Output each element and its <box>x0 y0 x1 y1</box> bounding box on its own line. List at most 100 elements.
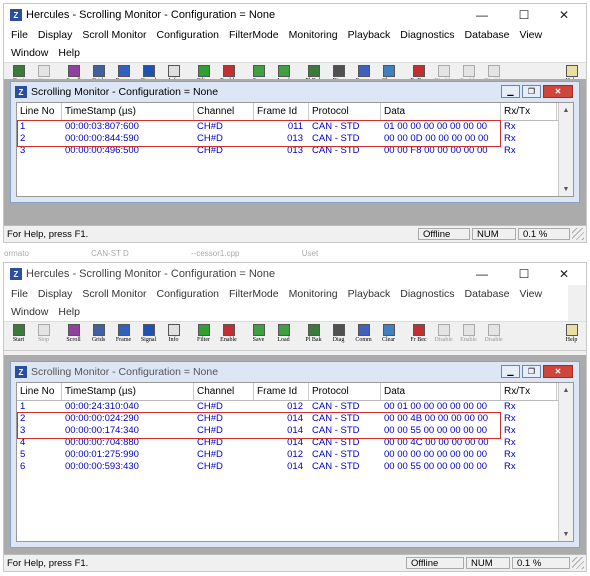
minimize-button[interactable]: — <box>462 4 502 26</box>
menu-display[interactable]: Display <box>33 285 77 303</box>
close-button[interactable]: ✕ <box>544 4 584 26</box>
menu-help[interactable]: Help <box>53 303 85 321</box>
table-row[interactable]: 1 00:00:24:310:040 CH#D 012 CAN - STD 00 01 0… <box>17 401 573 413</box>
diag-tool-button[interactable]: Diag <box>326 322 351 350</box>
maximize-button[interactable]: ☐ <box>504 263 544 285</box>
table-row[interactable]: 2 00:00:00:024:290 CH#D 014 CAN - STD 00 00 4… <box>17 413 573 425</box>
frame-tool-button[interactable]: Frame <box>111 322 136 350</box>
menu-file[interactable]: File <box>6 285 33 303</box>
menu-window[interactable]: Window <box>6 44 53 62</box>
table-row[interactable]: 3 00:00:00:174:340 CH#D 014 CAN - STD 00 00 5… <box>17 425 573 437</box>
menu-playback[interactable]: Playback <box>343 26 396 44</box>
load-tool-button[interactable]: Load <box>271 322 296 350</box>
table-cell: Rx <box>504 145 516 156</box>
column-header[interactable]: TimeStamp (µs) <box>62 383 194 400</box>
child-close-button[interactable]: ✕ <box>543 85 573 98</box>
close-button[interactable]: ✕ <box>544 263 584 285</box>
menu-diagnostics[interactable]: Diagnostics <box>395 285 459 303</box>
child-close-button[interactable]: ✕ <box>543 365 573 378</box>
child-title-bar[interactable]: Z Scrolling Monitor - Configuration = No… <box>11 82 579 102</box>
child-minimize-button[interactable]: ▁ <box>501 85 520 98</box>
comm-tool-button[interactable]: Comm <box>351 322 376 350</box>
scroll-up-arrow-icon[interactable]: ▲ <box>559 103 573 117</box>
menu-configuration[interactable]: Configuration <box>152 285 224 303</box>
menu-playback[interactable]: Playback <box>343 285 396 303</box>
column-header[interactable]: Frame Id <box>254 103 309 120</box>
menu-view[interactable]: View <box>515 26 548 44</box>
scroll-tool-button[interactable]: Scroll <box>61 322 86 350</box>
status-num: NUM <box>472 228 516 240</box>
column-header[interactable]: Channel <box>194 103 254 120</box>
resize-grip[interactable] <box>572 557 584 569</box>
info-tool-button[interactable]: Info <box>161 322 186 350</box>
frbec-tool-button[interactable]: Fr Bec <box>406 322 431 350</box>
column-header[interactable]: Frame Id <box>254 383 309 400</box>
menu-help[interactable]: Help <box>53 44 85 62</box>
menu-database[interactable]: Database <box>460 285 515 303</box>
child-minimize-button[interactable]: ▁ <box>501 365 520 378</box>
scroll-down-arrow-icon[interactable]: ▼ <box>559 527 573 541</box>
column-header[interactable]: Protocol <box>309 383 381 400</box>
enable2-tool-button[interactable]: Enable <box>456 322 481 350</box>
resize-grip[interactable] <box>572 228 584 240</box>
menu-filtermode[interactable]: FilterMode <box>224 26 284 44</box>
table-cell: 2 <box>20 133 26 144</box>
menu-monitoring[interactable]: Monitoring <box>284 26 343 44</box>
menu-filtermode[interactable]: FilterMode <box>224 285 284 303</box>
column-header[interactable]: Line No <box>17 383 62 400</box>
column-header[interactable]: TimeStamp (µs) <box>62 103 194 120</box>
menu-window[interactable]: Window <box>6 303 53 321</box>
menu-file[interactable]: File <box>6 26 33 44</box>
tool-label: Filter <box>197 337 210 343</box>
menu-scroll-monitor[interactable]: Scroll Monitor <box>77 285 151 303</box>
column-header[interactable]: Data <box>381 103 501 120</box>
scroll-up-arrow-icon[interactable]: ▲ <box>559 383 573 397</box>
filter-tool-button[interactable]: Filter <box>191 322 216 350</box>
grids-tool-button[interactable]: Grids <box>86 322 111 350</box>
strip-text: CAN-ST D <box>91 249 129 258</box>
playback-tool-button[interactable]: Pl Bak <box>301 322 326 350</box>
minimize-button[interactable]: — <box>462 263 502 285</box>
table-cell: 014 <box>287 461 303 472</box>
column-header[interactable]: Line No <box>17 103 62 120</box>
signal-tool-button[interactable]: Signal <box>136 322 161 350</box>
stop-tool-button[interactable]: Stop <box>31 322 56 350</box>
column-header[interactable]: Channel <box>194 383 254 400</box>
help-tool-button[interactable]: Help <box>559 322 584 350</box>
table-row[interactable]: 5 00:00:01:275:990 CH#D 012 CAN - STD 00 00 0… <box>17 449 573 461</box>
table-row[interactable]: 2 00:00:00:844:590 CH#D 013 CAN - STD 00 00 0… <box>17 133 573 145</box>
maximize-button[interactable]: ☐ <box>504 4 544 26</box>
child-restore-button[interactable]: ❐ <box>522 365 541 378</box>
start-tool-button[interactable]: Start <box>6 322 31 350</box>
tool-label: Signal <box>140 337 157 343</box>
menu-monitoring[interactable]: Monitoring <box>284 285 343 303</box>
menu-configuration[interactable]: Configuration <box>152 26 224 44</box>
title-bar[interactable]: Z Hercules - Scrolling Monitor - Configu… <box>4 263 586 285</box>
menu-view[interactable]: View <box>515 285 548 303</box>
save-tool-button[interactable]: Save <box>246 322 271 350</box>
table-row[interactable]: 4 00:00:00:704:880 CH#D 014 CAN - STD 00 00 4… <box>17 437 573 449</box>
disable-tool-button[interactable]: Disable <box>431 322 456 350</box>
child-window-title: Scrolling Monitor - Configuration = None <box>31 86 219 98</box>
enable-tool-button[interactable]: Enable <box>216 322 241 350</box>
disable2-tool-button[interactable]: Disable <box>481 322 506 350</box>
menu-scroll-monitor[interactable]: Scroll Monitor <box>77 26 151 44</box>
title-bar[interactable]: Z Hercules - Scrolling Monitor - Configu… <box>4 4 586 26</box>
column-header[interactable]: Rx/Tx <box>501 383 557 400</box>
table-row[interactable]: 1 00:00:03:807:600 CH#D 011 CAN - STD 01 00 0… <box>17 121 573 133</box>
column-header[interactable]: Rx/Tx <box>501 103 557 120</box>
column-header[interactable]: Data <box>381 383 501 400</box>
table-row[interactable]: 6 00:00:00:593:430 CH#D 014 CAN - STD 00 00 5… <box>17 461 573 473</box>
clear-tool-button[interactable]: Clear <box>376 322 401 350</box>
stop-icon <box>37 324 50 336</box>
child-title-bar[interactable]: Z Scrolling Monitor - Configuration = No… <box>11 362 579 382</box>
column-header[interactable]: Protocol <box>309 103 381 120</box>
scroll-down-arrow-icon[interactable]: ▼ <box>559 182 573 196</box>
menu-diagnostics[interactable]: Diagnostics <box>395 26 459 44</box>
table-row[interactable]: 3 00:00:00:496:500 CH#D 013 CAN - STD 00 00 F… <box>17 145 573 157</box>
menu-database[interactable]: Database <box>460 26 515 44</box>
vertical-scrollbar[interactable]: ▲ ▼ <box>558 383 573 541</box>
vertical-scrollbar[interactable]: ▲ ▼ <box>558 103 573 196</box>
menu-display[interactable]: Display <box>33 26 77 44</box>
child-restore-button[interactable]: ❐ <box>522 85 541 98</box>
